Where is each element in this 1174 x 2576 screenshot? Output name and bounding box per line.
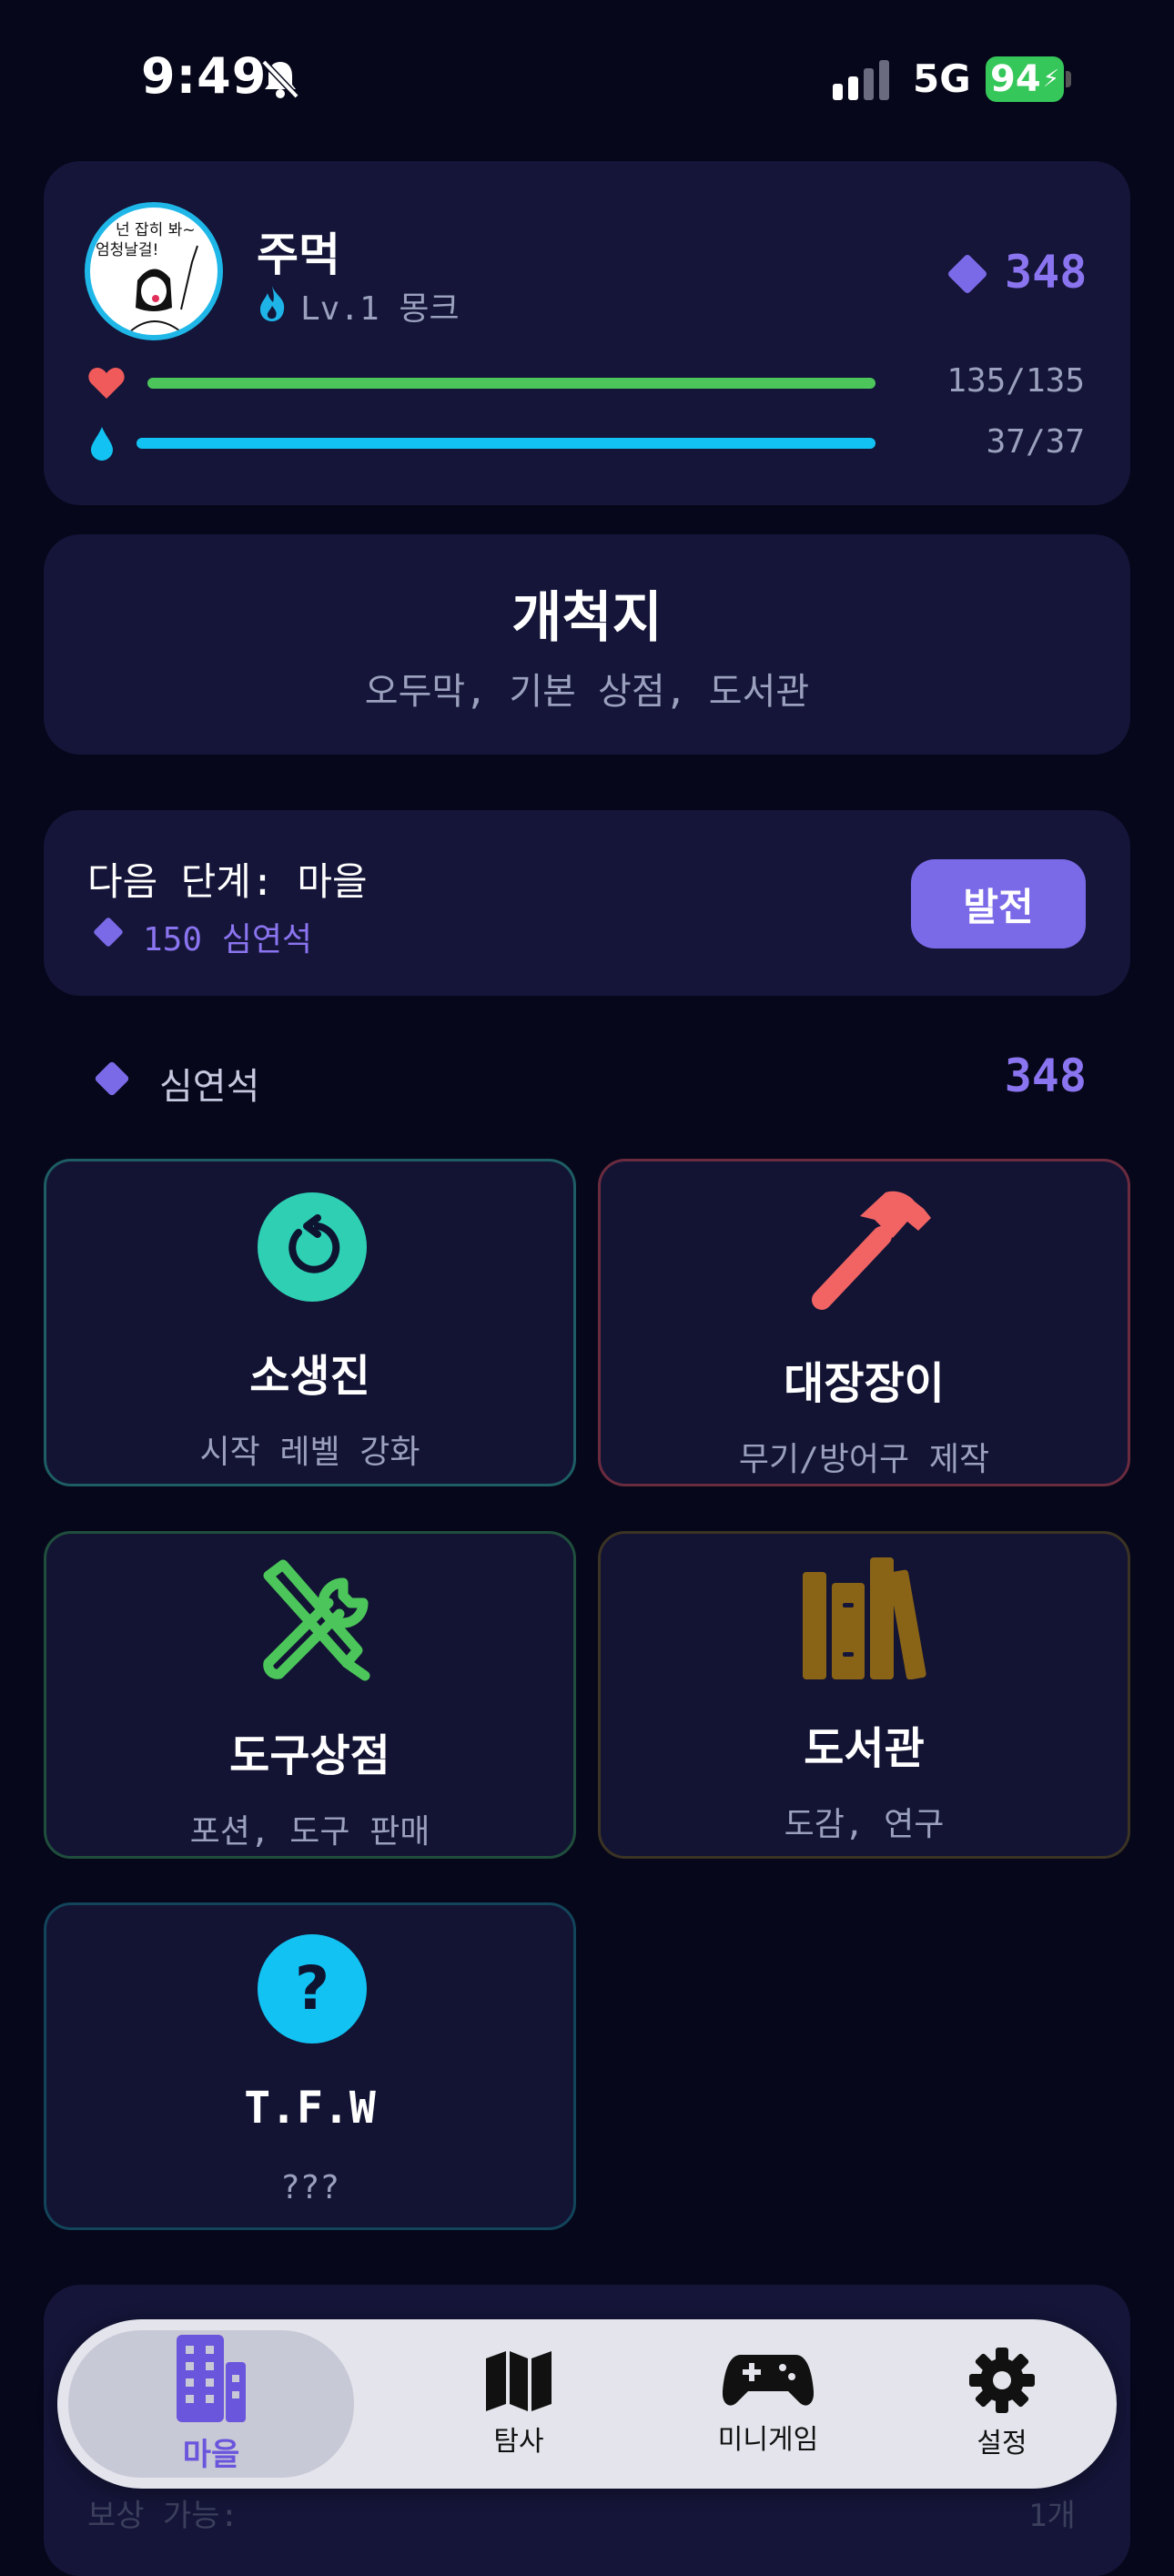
silent-bell-icon <box>261 59 299 99</box>
currency-label: 심연석 <box>159 1066 260 1108</box>
next-stage-title: 다음 단계: 마을 <box>87 859 368 904</box>
tab-label: 탐사 <box>493 2426 544 2458</box>
signal-icon <box>833 60 889 100</box>
player-name: 주먹 <box>257 228 340 281</box>
next-stage-cost: 150 심연석 <box>143 921 313 958</box>
svg-text:엄청날걸!: 엄청날걸! <box>96 241 158 259</box>
svg-text:?: ? <box>295 1953 329 2023</box>
tab-minigame[interactable]: 미니게임 <box>643 2319 893 2489</box>
hammer-icon <box>812 1191 931 1310</box>
tab-explore[interactable]: 탐사 <box>394 2319 643 2489</box>
building-title: 대장장이 <box>784 1358 945 1409</box>
tab-label: 마을 <box>182 2436 240 2473</box>
building-subtitle: ??? <box>279 2169 340 2206</box>
building-tile-tfw[interactable]: ? T.F.W ??? <box>44 1902 576 2230</box>
books-icon <box>803 1557 926 1679</box>
mp-bar-fill <box>137 438 875 449</box>
player-level: Lv.1 몽크 <box>300 290 460 328</box>
status-time: 9:49 <box>141 47 268 105</box>
battery-level: 94 <box>990 58 1041 100</box>
svg-text:넌 잡히 봐~: 넌 잡히 봐~ <box>116 221 196 239</box>
building-title: T.F.W <box>244 2083 376 2134</box>
hp-value: 135/135 <box>946 362 1085 400</box>
battery-tip <box>1066 71 1071 87</box>
mp-value: 37/37 <box>986 423 1085 461</box>
mana-drop-icon <box>91 427 113 461</box>
gem-icon <box>94 918 123 947</box>
develop-button[interactable]: 발전 <box>911 859 1086 948</box>
tools-icon <box>263 1559 370 1681</box>
charging-bolt-icon: ⚡ <box>1042 66 1059 93</box>
map-icon <box>486 2351 552 2411</box>
building-title: 도서관 <box>804 1723 925 1774</box>
currency-value: 348 <box>1004 1050 1087 1102</box>
gem-icon <box>95 1061 129 1096</box>
hp-bar <box>147 378 875 389</box>
hp-bar-fill <box>147 378 875 389</box>
gamepad-icon <box>723 2355 814 2406</box>
battery-indicator: 94 ⚡ <box>986 56 1064 102</box>
building-subtitle: 포션, 도구 판매 <box>189 1813 430 1851</box>
heart-icon <box>88 368 125 399</box>
avatar[interactable]: 넌 잡히 봐~ 엄청날걸! <box>85 202 223 340</box>
building-subtitle: 시작 레벨 강화 <box>199 1434 420 1471</box>
avatar-illustration: 넌 잡히 봐~ 엄청날걸! <box>96 221 198 335</box>
building-subtitle: 도감, 연구 <box>784 1806 945 1843</box>
reward-count: 1개 <box>1028 2498 1076 2534</box>
network-type: 5G <box>913 56 971 101</box>
question-icon: ? <box>258 1934 367 2044</box>
building-tile-toolshop[interactable]: 도구상점 포션, 도구 판매 <box>44 1531 576 1859</box>
tab-label: 미니게임 <box>717 2424 819 2456</box>
tab-bar: 마을 탐사 미니게임 설정 <box>57 2319 1117 2489</box>
building-title: 소생진 <box>249 1351 370 1402</box>
tab-settings[interactable]: 설정 <box>893 2319 1111 2489</box>
building-tile-blacksmith[interactable]: 대장장이 무기/방어구 제작 <box>598 1159 1130 1486</box>
building-tile-library[interactable]: 도서관 도감, 연구 <box>598 1531 1130 1859</box>
tab-village[interactable]: 마을 <box>68 2330 354 2478</box>
location-title: 개척지 <box>511 586 663 650</box>
reward-label: 보상 가능: <box>87 2498 239 2534</box>
tab-label: 설정 <box>977 2428 1027 2459</box>
flame-icon <box>260 286 285 321</box>
building-title: 도구상점 <box>229 1730 390 1781</box>
location-facilities: 오두막, 기본 상점, 도서관 <box>364 671 810 713</box>
building-tile-revive[interactable]: 소생진 시작 레벨 강화 <box>44 1159 576 1486</box>
gear-icon <box>969 2348 1035 2413</box>
building-subtitle: 무기/방어구 제작 <box>738 1441 990 1478</box>
building-icon <box>177 2334 246 2422</box>
revive-icon <box>258 1192 367 1302</box>
gem-count: 348 <box>1005 246 1088 299</box>
mp-bar <box>137 438 875 449</box>
gem-icon <box>948 255 987 293</box>
